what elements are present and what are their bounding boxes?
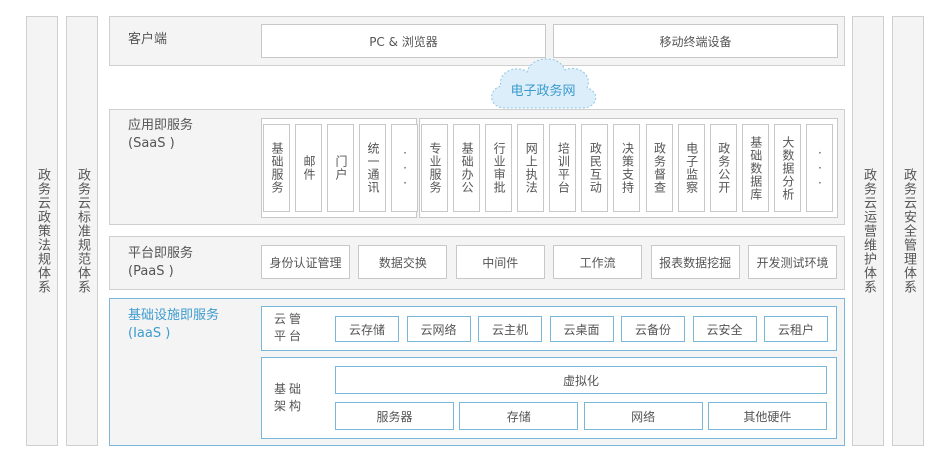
saas-service-box: 政务督查 <box>645 124 673 212</box>
cloud-mgmt-label: 云管平台 <box>274 312 305 343</box>
saas-service-box: 行业审批 <box>485 124 513 212</box>
hardware-item: 网络 <box>583 402 703 430</box>
paas-subtitle: (PaaS ) <box>128 264 174 279</box>
iaas-subtitle: (IaaS ) <box>128 326 171 341</box>
pillar-label: 政务云政策法规体系 <box>35 168 50 294</box>
paas-service-box: 开发测试环境 <box>748 245 837 279</box>
virtualization-box: 虚拟化 <box>335 366 827 394</box>
pillar-operations: 政务云运营维护体系 <box>852 16 884 446</box>
cloud-mgmt-item: 云安全 <box>692 316 757 342</box>
saas-service-box: 政民互动 <box>581 124 609 212</box>
saas-service-box: 电子监察 <box>677 124 705 212</box>
client-title: 客户端 <box>128 32 168 47</box>
iaas-title: 基础设施即服务 <box>128 308 220 323</box>
infra-label: 基础架构 <box>274 382 305 413</box>
saas-service-box: 专业服务 <box>421 124 448 212</box>
pillar-standards: 政务云标准规范体系 <box>66 16 98 446</box>
saas-service-box: 统一通讯 <box>359 124 386 212</box>
pillar-label: 政务云安全管理体系 <box>901 168 916 294</box>
pillar-policy-regulation: 政务云政策法规体系 <box>26 16 58 446</box>
paas-service-box: 数据交换 <box>358 245 448 279</box>
cloud-mgmt-item: 云租户 <box>764 316 828 342</box>
saas-service-box: 邮件 <box>295 124 322 212</box>
cloud-mgmt-item: 云存储 <box>335 316 399 342</box>
cloud-mgmt-item: 云备份 <box>621 316 685 342</box>
saas-service-box: 大数据分析 <box>773 124 801 212</box>
pillar-security: 政务云安全管理体系 <box>892 16 924 446</box>
saas-subtitle: (SaaS ) <box>128 136 175 151</box>
saas-service-box: 网上执法 <box>517 124 545 212</box>
egov-network-label: 电子政务网 <box>510 84 576 99</box>
cloud-mgmt-item: 云网络 <box>406 316 471 342</box>
hardware-item: 存储 <box>459 402 579 430</box>
saas-service-box: 基础办公 <box>453 124 481 212</box>
saas-service-box: 决策支持 <box>613 124 641 212</box>
paas-title: 平台即服务 <box>128 246 194 261</box>
paas-service-box: 身份认证管理 <box>261 245 350 279</box>
hardware-item: 服务器 <box>335 402 454 430</box>
saas-service-box: 基础服务 <box>263 124 290 212</box>
paas-service-box: 工作流 <box>553 245 643 279</box>
saas-service-box: ··· <box>391 124 418 212</box>
pillar-label: 政务云标准规范体系 <box>75 168 90 294</box>
paas-service-box: 报表数据挖掘 <box>650 245 740 279</box>
saas-title: 应用即服务 <box>128 118 194 133</box>
pillar-label: 政务云运营维护体系 <box>861 168 876 294</box>
saas-service-box: 培训平台 <box>549 124 577 212</box>
saas-service-box: 基础数据库 <box>741 124 769 212</box>
saas-service-box: 门户 <box>327 124 354 212</box>
cloud-mgmt-item: 云桌面 <box>549 316 614 342</box>
saas-service-box: 政务公开 <box>709 124 737 212</box>
hardware-item: 其他硬件 <box>707 402 827 430</box>
paas-service-box: 中间件 <box>455 245 545 279</box>
saas-service-box: ··· <box>805 124 833 212</box>
cloud-mgmt-item: 云主机 <box>478 316 542 342</box>
